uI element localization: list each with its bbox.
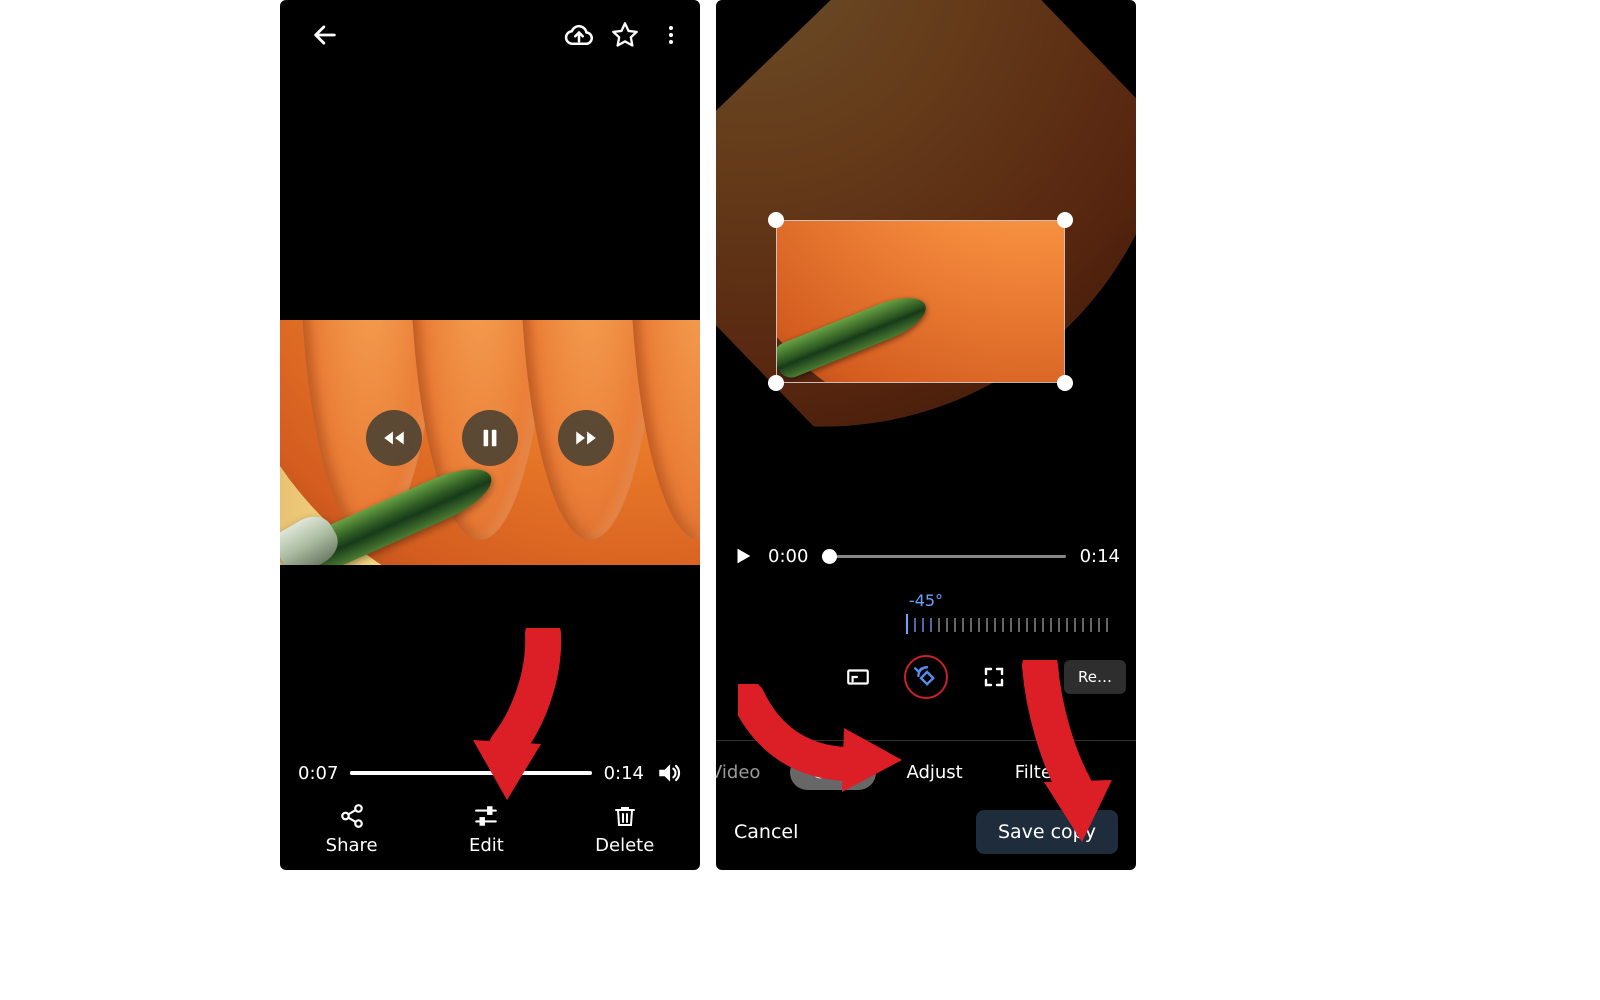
trash-icon xyxy=(613,803,637,829)
bottom-actions: Share Edit Delete xyxy=(280,803,700,856)
expand-button[interactable] xyxy=(972,655,1016,699)
back-icon[interactable] xyxy=(310,20,340,50)
edit-button[interactable]: Edit xyxy=(469,803,504,856)
crop-rectangle[interactable] xyxy=(776,220,1065,383)
current-time: 0:07 xyxy=(298,763,338,784)
delete-button[interactable]: Delete xyxy=(595,803,654,856)
rotate-button[interactable] xyxy=(904,655,948,699)
share-icon xyxy=(339,803,365,829)
play-button[interactable] xyxy=(732,545,754,567)
media-controls xyxy=(280,410,700,466)
volume-icon[interactable] xyxy=(656,760,682,786)
crop-handle-top-right[interactable] xyxy=(1057,212,1073,228)
pause-button[interactable] xyxy=(462,410,518,466)
top-app-bar xyxy=(280,0,700,70)
edit-label: Edit xyxy=(469,835,504,856)
share-button[interactable]: Share xyxy=(326,803,378,856)
save-copy-button[interactable]: Save copy xyxy=(976,810,1118,854)
cloud-upload-icon[interactable] xyxy=(564,20,594,50)
tab-crop[interactable]: Crop xyxy=(790,755,876,790)
editor-seek-bar[interactable] xyxy=(822,555,1065,558)
video-progress: 0:07 0:14 xyxy=(298,760,682,786)
editor-current-time: 0:00 xyxy=(768,546,808,567)
editor-footer: Cancel Save copy xyxy=(716,810,1136,854)
forward-button[interactable] xyxy=(558,410,614,466)
editor-screen: 0:00 0:14 -45° Re… Video Crop Adjust Fil… xyxy=(716,0,1136,870)
viewer-screen: 0:07 0:14 Share Edit xyxy=(280,0,700,870)
crop-handle-bottom-left[interactable] xyxy=(768,375,784,391)
crop-preview xyxy=(776,220,1065,383)
tune-icon xyxy=(472,803,500,829)
delete-label: Delete xyxy=(595,835,654,856)
rewind-button[interactable] xyxy=(366,410,422,466)
crop-handle-top-left[interactable] xyxy=(768,212,784,228)
tab-video[interactable]: Video xyxy=(716,755,782,790)
tab-adjust[interactable]: Adjust xyxy=(884,755,984,790)
rotation-angle-scale[interactable] xyxy=(906,614,1136,636)
total-time: 0:14 xyxy=(604,763,644,784)
reset-button[interactable]: Re… xyxy=(1064,660,1126,694)
seek-bar[interactable] xyxy=(350,771,591,775)
edit-mode-tabs: Video Crop Adjust Filters xyxy=(716,740,1136,790)
editor-video-progress: 0:00 0:14 xyxy=(732,545,1120,567)
favorite-star-icon[interactable] xyxy=(610,20,640,50)
seek-thumb[interactable] xyxy=(822,549,837,564)
share-label: Share xyxy=(326,835,378,856)
rotation-angle-label: -45° xyxy=(716,591,1136,610)
tab-filters[interactable]: Filters xyxy=(993,755,1091,790)
more-options-icon[interactable] xyxy=(656,20,686,50)
cancel-button[interactable]: Cancel xyxy=(734,821,798,843)
aspect-ratio-button[interactable] xyxy=(836,655,880,699)
crop-handle-bottom-right[interactable] xyxy=(1057,375,1073,391)
editor-total-time: 0:14 xyxy=(1080,546,1120,567)
